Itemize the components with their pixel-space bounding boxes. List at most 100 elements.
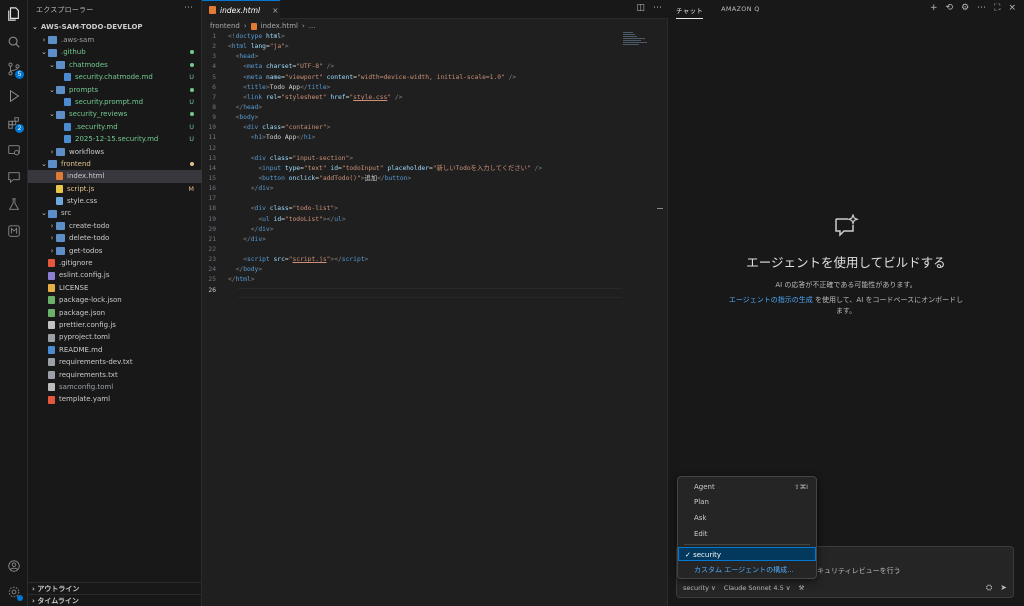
tree-item[interactable]: samconfig.toml bbox=[28, 381, 202, 393]
outline-section[interactable]: › アウトライン bbox=[28, 582, 202, 594]
tree-item[interactable]: 2025-12-15.security.md U bbox=[28, 133, 202, 145]
tree-item[interactable]: ⌄ prompts bbox=[28, 84, 202, 96]
menu-item-ask[interactable]: Ask bbox=[678, 511, 816, 525]
breadcrumb-folder[interactable]: frontend bbox=[210, 22, 240, 30]
settings-gear-icon[interactable] bbox=[6, 584, 23, 601]
tree-item[interactable]: › .aws-sam bbox=[28, 34, 202, 46]
code-line[interactable]: 23 <script src="script.js"></script> bbox=[202, 255, 622, 265]
aws-toolkit-icon[interactable] bbox=[6, 223, 22, 239]
close-icon[interactable]: × bbox=[1008, 3, 1016, 13]
code-line[interactable]: 6 <title>Todo App</title> bbox=[202, 83, 622, 93]
explorer-icon[interactable] bbox=[6, 6, 22, 22]
menu-item-edit[interactable]: Edit bbox=[678, 527, 816, 541]
code-line[interactable]: 26 bbox=[202, 286, 622, 296]
code-line[interactable]: 13 <div class="input-section"> bbox=[202, 154, 622, 164]
code-line[interactable]: 11 <h1>Todo App</h1> bbox=[202, 133, 622, 143]
code-line[interactable]: 3 <head> bbox=[202, 52, 622, 62]
search-icon[interactable] bbox=[6, 34, 22, 50]
tree-item[interactable]: › create-todo bbox=[28, 220, 202, 232]
code-line[interactable]: 24 </body> bbox=[202, 265, 622, 275]
send-icon[interactable]: ➤ bbox=[1000, 583, 1007, 593]
more-actions-icon[interactable]: ⋯ bbox=[653, 3, 662, 13]
tree-item[interactable]: .gitignore bbox=[28, 257, 202, 269]
tab-chat[interactable]: チャット bbox=[676, 5, 704, 19]
tree-item[interactable]: eslint.config.js bbox=[28, 269, 202, 281]
remote-explorer-icon[interactable] bbox=[6, 142, 22, 158]
code-line[interactable]: 2 <html lang="ja"> bbox=[202, 42, 622, 52]
account-icon[interactable] bbox=[6, 558, 22, 574]
maximize-icon[interactable]: ⛶ bbox=[994, 3, 1000, 13]
code-line[interactable]: 16 </div> bbox=[202, 184, 622, 194]
code-line[interactable]: 17 bbox=[202, 194, 622, 204]
generate-instructions-link[interactable]: エージェントの指示の生成 bbox=[729, 296, 813, 304]
tree-item[interactable]: index.html bbox=[28, 170, 202, 183]
code-line[interactable]: 8 </head> bbox=[202, 103, 622, 113]
tree-item[interactable]: requirements.txt bbox=[28, 369, 202, 381]
more-actions-icon[interactable]: ⋯ bbox=[184, 3, 193, 13]
tree-item[interactable]: ⌄ .github bbox=[28, 46, 202, 58]
workspace-root[interactable]: ⌄ AWS-SAM-TODO-DEVELOP bbox=[32, 23, 143, 31]
tree-item[interactable]: ⌄ frontend bbox=[28, 158, 202, 170]
minimap[interactable] bbox=[623, 32, 651, 52]
tree-item[interactable]: ⌄ chatmodes bbox=[28, 59, 202, 71]
tree-item[interactable]: › workflows bbox=[28, 146, 202, 158]
tree-item[interactable]: › delete-todo bbox=[28, 232, 202, 244]
code-editor[interactable]: 1 <!doctype html> 2 <html lang="ja"> 3 <head… bbox=[202, 32, 622, 296]
tree-item[interactable]: template.yaml bbox=[28, 393, 202, 405]
menu-item-plan[interactable]: Plan bbox=[678, 495, 816, 509]
tab-amazon-q[interactable]: AMAZON Q bbox=[721, 5, 760, 19]
code-line[interactable]: 5 <meta name="viewport" content="width=d… bbox=[202, 73, 622, 83]
tree-item[interactable]: pyproject.toml bbox=[28, 331, 202, 343]
code-line[interactable]: 19 <ul id="todoList"></ul> bbox=[202, 215, 622, 225]
tree-item[interactable]: script.js M bbox=[28, 183, 202, 195]
code-line[interactable]: 10 <div class="container"> bbox=[202, 123, 622, 133]
tree-item[interactable]: › get-todos bbox=[28, 245, 202, 257]
model-picker[interactable]: Claude Sonnet 4.5 ∨ bbox=[724, 584, 791, 592]
gear-icon[interactable]: ⚙ bbox=[961, 3, 969, 13]
code-line[interactable]: 21 </div> bbox=[202, 235, 622, 245]
tree-item[interactable]: README.md bbox=[28, 344, 202, 356]
more-actions-icon[interactable]: ⋯ bbox=[977, 3, 986, 13]
code-line[interactable]: 25 </html> bbox=[202, 275, 622, 285]
tree-item[interactable]: prettier.config.js bbox=[28, 319, 202, 331]
tree-item[interactable]: package.json bbox=[28, 307, 202, 319]
tree-item[interactable]: ⌄ security_reviews bbox=[28, 108, 202, 120]
code-line[interactable]: 9 <body> bbox=[202, 113, 622, 123]
tab-index-html[interactable]: index.html × bbox=[202, 0, 280, 19]
source-control-icon[interactable]: 5 bbox=[6, 61, 24, 79]
breadcrumb-more[interactable]: ... bbox=[309, 22, 316, 30]
close-icon[interactable]: × bbox=[272, 6, 278, 15]
extensions-icon[interactable]: 2 bbox=[6, 115, 24, 133]
menu-item-security[interactable]: ✓ security bbox=[678, 547, 816, 561]
code-line[interactable]: 4 <meta charset="UTF-8" /> bbox=[202, 62, 622, 72]
code-line[interactable]: 22 bbox=[202, 245, 622, 255]
split-editor-icon[interactable]: ◫ bbox=[636, 3, 645, 13]
configure-custom-agents-link[interactable]: カスタム エージェントの構成... bbox=[678, 563, 816, 577]
chat-icon[interactable] bbox=[6, 169, 22, 185]
code-line[interactable]: 15 <button onclick="addTodo()">追加</butto… bbox=[202, 174, 622, 184]
history-icon[interactable]: ⟲ bbox=[946, 3, 954, 13]
code-line[interactable]: 14 <input type="text" id="todoInput" pla… bbox=[202, 164, 622, 174]
timeline-section[interactable]: › タイムライン bbox=[28, 594, 202, 606]
code-line[interactable]: 20 </div> bbox=[202, 225, 622, 235]
tools-icon[interactable]: ⚒ bbox=[799, 584, 805, 592]
code-line[interactable]: 12 bbox=[202, 144, 622, 154]
tree-item[interactable]: LICENSE bbox=[28, 282, 202, 294]
attach-icon[interactable]: ⛭ bbox=[986, 583, 992, 593]
menu-item-agent[interactable]: Agent ⇧⌘I bbox=[678, 480, 816, 494]
tree-item[interactable]: style.css bbox=[28, 195, 202, 207]
mode-picker[interactable]: security ∨ bbox=[683, 584, 716, 592]
tree-item[interactable]: package-lock.json bbox=[28, 294, 202, 306]
code-line[interactable]: 18 <div class="todo-list"> bbox=[202, 204, 622, 214]
tree-item[interactable]: security.prompt.md U bbox=[28, 96, 202, 108]
code-line[interactable]: 1 <!doctype html> bbox=[202, 32, 622, 42]
tree-item[interactable]: .security.md U bbox=[28, 121, 202, 133]
testing-icon[interactable] bbox=[6, 196, 22, 212]
breadcrumb-file[interactable]: index.html bbox=[261, 22, 298, 30]
tree-item[interactable]: ⌄ src bbox=[28, 207, 202, 219]
run-debug-icon[interactable] bbox=[6, 88, 22, 104]
new-chat-icon[interactable]: + bbox=[930, 3, 938, 13]
tree-item[interactable]: requirements-dev.txt bbox=[28, 356, 202, 368]
code-line[interactable]: 7 <link rel="stylesheet" href="style.css… bbox=[202, 93, 622, 103]
tree-item[interactable]: security.chatmode.md U bbox=[28, 71, 202, 83]
